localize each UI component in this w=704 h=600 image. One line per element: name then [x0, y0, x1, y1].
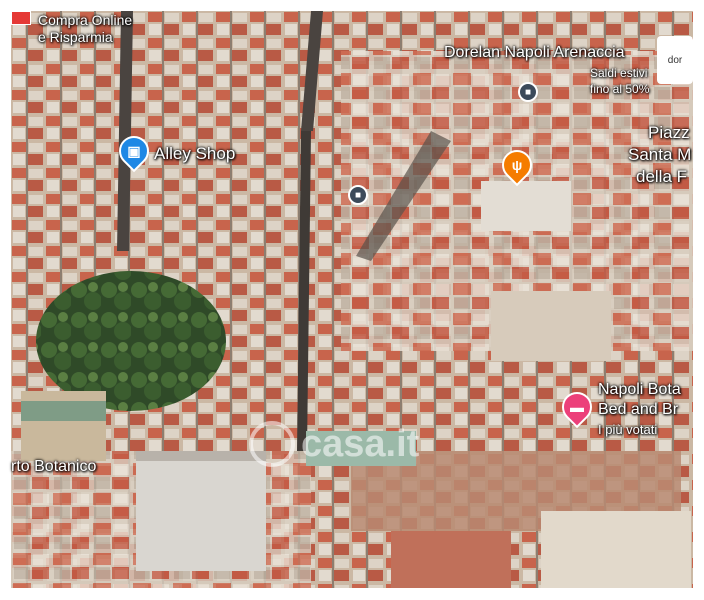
compra-line-2: e Risparmia: [38, 29, 113, 45]
label-dorelan[interactable]: Dorelan Napoli Arenaccia: [444, 44, 625, 62]
compra-line-1: Compra Online: [38, 12, 133, 28]
label-orto-botanico[interactable]: rto Botanico: [11, 458, 96, 476]
bed-icon: ▬: [570, 399, 584, 415]
label-dorelan-promo: Saldi estivi fino al 50%: [590, 65, 649, 97]
ad-flag-icon: [11, 11, 31, 25]
casa-logo-icon: [249, 421, 295, 467]
bus-icon[interactable]: ■: [518, 82, 538, 102]
bus-icon[interactable]: ■: [348, 185, 368, 205]
map-view[interactable]: casa.it: [11, 11, 693, 588]
watermark-text: casa.it: [301, 422, 420, 465]
casa-watermark: casa.it: [249, 421, 419, 467]
aerial-imagery: [11, 11, 693, 588]
label-piazza[interactable]: Piazz Santa M della F: [628, 122, 691, 188]
napoli-line-2: Bed and Br: [598, 401, 679, 418]
label-compra-online[interactable]: Compra Online e Risparmia: [38, 12, 132, 46]
piazza-line-1: Piazz: [648, 123, 690, 142]
napoli-line-3: I più votati: [598, 422, 658, 437]
shopping-bag-icon: ▣: [127, 143, 141, 159]
dorelan-promo-line-1: Saldi estivi: [590, 66, 648, 80]
dorelan-promo-line-2: fino al 50%: [590, 82, 650, 96]
label-napoli-botanico[interactable]: Napoli Bota Bed and Br I più votati: [598, 380, 681, 440]
dorelan-ad-badge[interactable]: dor: [657, 36, 693, 84]
piazza-line-2: Santa M: [628, 145, 692, 164]
napoli-line-1: Napoli Bota: [598, 381, 681, 398]
label-alley-shop[interactable]: Alley Shop: [154, 144, 235, 164]
fork-knife-icon: ψ: [511, 157, 523, 173]
piazza-line-3: della F: [636, 167, 688, 186]
